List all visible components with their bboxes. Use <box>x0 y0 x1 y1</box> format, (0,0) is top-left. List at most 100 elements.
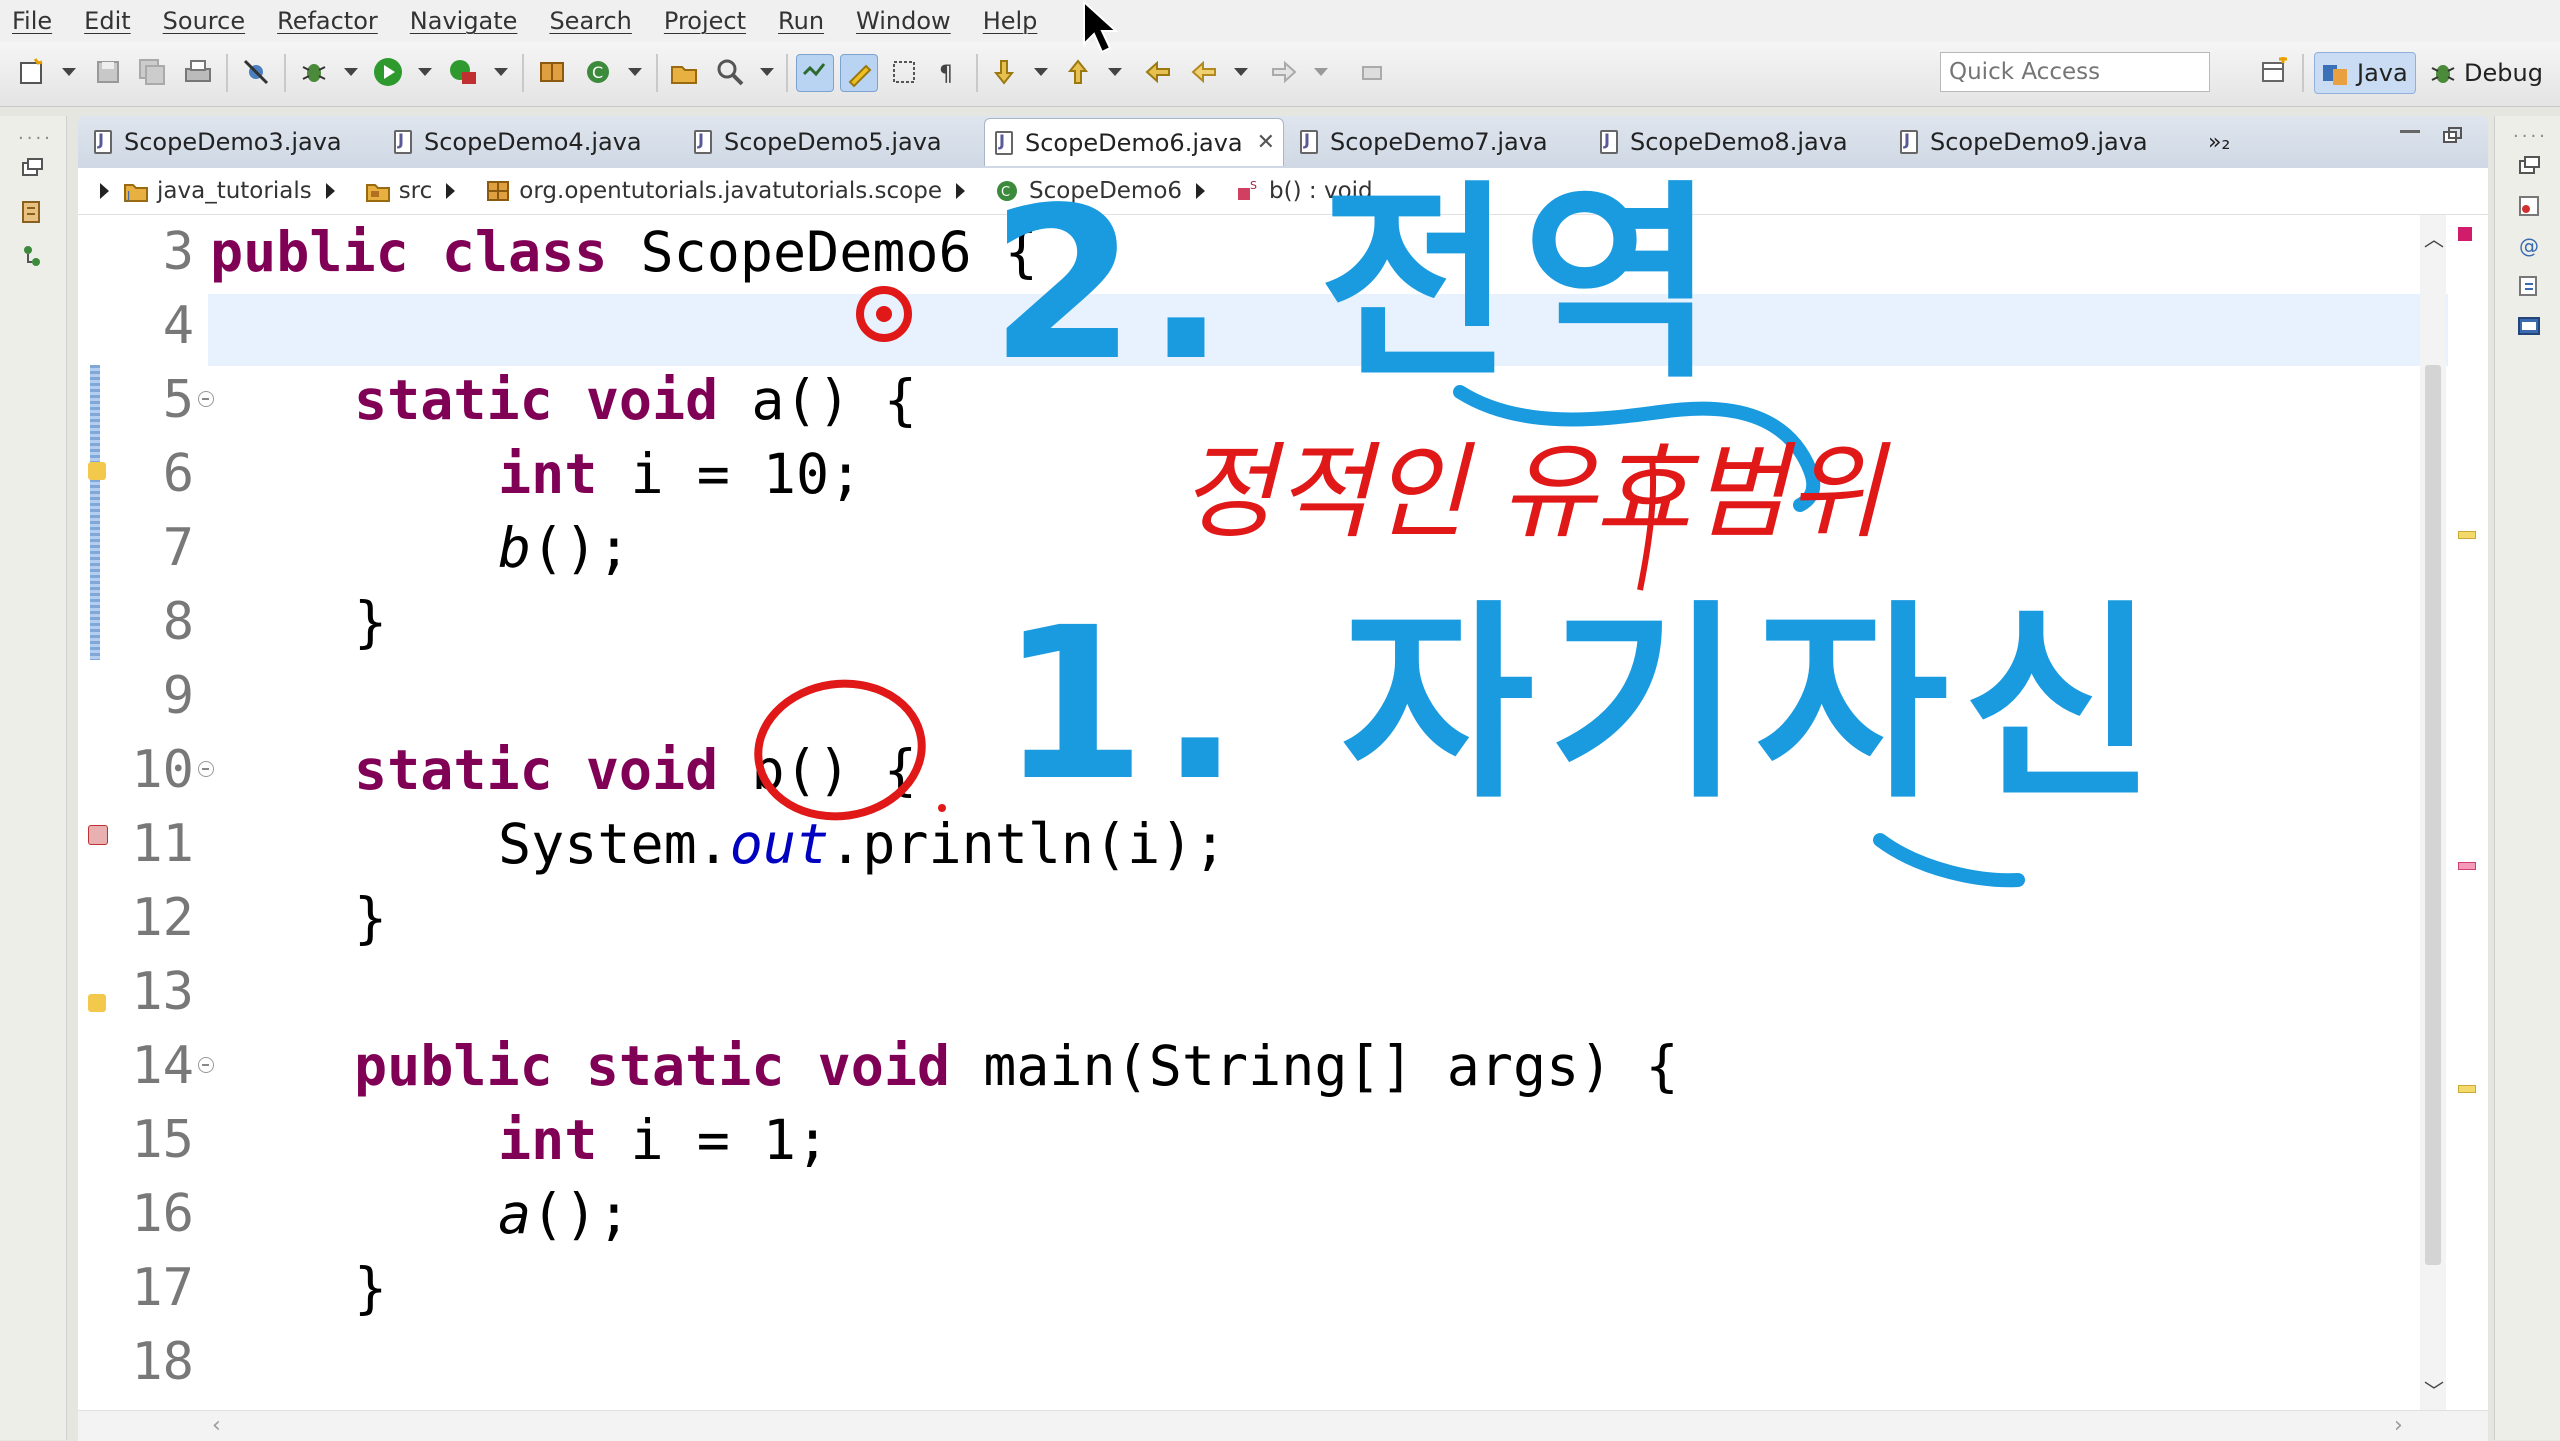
tab-scopedemo6[interactable]: ScopeDemo6.java ✕ <box>984 118 1284 166</box>
scroll-up-icon[interactable]: ︿ <box>2424 223 2444 252</box>
warning-icon[interactable] <box>88 462 106 480</box>
run-external-icon[interactable] <box>444 54 480 90</box>
breadcrumb-src[interactable]: src <box>365 178 468 204</box>
code-line-10: static void b() { <box>354 733 917 807</box>
new-icon[interactable] <box>14 54 50 90</box>
breadcrumb-method[interactable]: S b() : void <box>1235 178 1373 204</box>
tab-scopedemo8[interactable]: ScopeDemo8.java <box>1590 118 1884 166</box>
toggle-breadcrumb-icon[interactable] <box>796 54 834 92</box>
new-dropdown-icon[interactable] <box>62 68 76 76</box>
menu-source[interactable]: Source <box>151 0 265 42</box>
open-type-icon[interactable] <box>666 54 702 90</box>
new-java-package-icon[interactable] <box>534 54 570 90</box>
search-dropdown-icon[interactable] <box>760 68 774 76</box>
tab-scopedemo9[interactable]: ScopeDemo9.java <box>1890 118 2184 166</box>
run-icon[interactable] <box>370 54 406 90</box>
next-annotation-dropdown-icon[interactable] <box>1034 68 1048 76</box>
tab-scopedemo5[interactable]: ScopeDemo5.java <box>684 118 978 166</box>
menu-refactor[interactable]: Refactor <box>265 0 398 42</box>
menu-window[interactable]: Window <box>844 0 971 42</box>
breadcrumb-project[interactable]: J java_tutorials <box>123 178 347 204</box>
warning-marker[interactable] <box>2458 531 2476 539</box>
open-perspective-icon[interactable] <box>2256 54 2292 90</box>
print-icon[interactable] <box>180 54 216 90</box>
breadcrumb-expand-icon[interactable] <box>100 183 109 199</box>
new-java-class-icon[interactable]: C <box>580 54 616 90</box>
problems-icon[interactable] <box>2517 194 2541 218</box>
error-marker[interactable] <box>2458 862 2476 870</box>
save-icon[interactable] <box>90 54 126 90</box>
skip-breakpoints-icon[interactable] <box>238 54 274 90</box>
menu-file[interactable]: File <box>0 0 72 42</box>
tab-scopedemo4[interactable]: ScopeDemo4.java <box>384 118 678 166</box>
restore-icon[interactable] <box>20 156 44 180</box>
fold-collapse-icon[interactable] <box>198 1057 214 1073</box>
line-number: 16 <box>131 1184 194 1244</box>
scroll-left-icon[interactable]: ‹ <box>212 1413 221 1438</box>
forward-dropdown-icon[interactable] <box>1314 68 1328 76</box>
line-number: 4 <box>162 296 194 356</box>
fold-collapse-icon[interactable] <box>198 391 214 407</box>
menu-search[interactable]: Search <box>537 0 651 42</box>
menu-run[interactable]: Run <box>766 0 844 42</box>
javadoc-icon[interactable]: @ <box>2517 234 2541 258</box>
horizontal-scrollbar[interactable]: ‹ › <box>78 1410 2488 1441</box>
declaration-icon[interactable] <box>2517 274 2541 298</box>
next-annotation-icon[interactable] <box>986 54 1022 90</box>
close-icon[interactable]: ✕ <box>1257 130 1275 155</box>
maximize-icon[interactable] <box>2442 126 2464 150</box>
warning-icon[interactable] <box>88 994 106 1012</box>
block-selection-icon[interactable] <box>886 54 922 90</box>
scroll-thumb[interactable] <box>2425 365 2441 1265</box>
code-line-15: int i = 1; <box>498 1103 829 1177</box>
menu-project[interactable]: Project <box>652 0 766 42</box>
tab-label: ScopeDemo8.java <box>1630 128 1848 156</box>
vertical-scrollbar[interactable]: ︿ ﹀ <box>2420 215 2446 1410</box>
breadcrumb-class[interactable]: C ScopeDemo6 <box>995 178 1217 204</box>
keyword: public <box>210 220 409 284</box>
minimize-icon[interactable] <box>2400 130 2420 133</box>
run-dropdown-icon[interactable] <box>418 68 432 76</box>
error-icon[interactable] <box>88 825 108 845</box>
tab-scopedemo7[interactable]: ScopeDemo7.java <box>1290 118 1584 166</box>
overview-ruler <box>2448 215 2488 1410</box>
pin-editor-icon[interactable] <box>1354 54 1390 90</box>
restore-icon[interactable] <box>2517 154 2541 178</box>
save-all-icon[interactable] <box>134 54 170 90</box>
scroll-down-icon[interactable]: ﹀ <box>2424 1375 2444 1404</box>
menu-help[interactable]: Help <box>971 0 1058 42</box>
scroll-right-icon[interactable]: › <box>2394 1413 2403 1438</box>
perspective-java-button[interactable]: Java <box>2314 52 2416 94</box>
back-icon[interactable] <box>1186 54 1222 90</box>
statement: i = 10; <box>630 442 863 506</box>
line-number: 6 <box>162 444 194 504</box>
package-explorer-icon[interactable] <box>20 200 44 224</box>
toggle-mark-occurrences-icon[interactable] <box>840 54 878 92</box>
perspective-debug-button[interactable]: Debug <box>2422 52 2552 94</box>
console-icon[interactable] <box>2517 314 2541 338</box>
tabs-overflow-button[interactable]: »₂ <box>2198 118 2258 166</box>
menu-navigate[interactable]: Navigate <box>398 0 538 42</box>
debug-icon[interactable] <box>296 54 332 90</box>
previous-annotation-icon[interactable] <box>1060 54 1096 90</box>
menu-edit[interactable]: Edit <box>72 0 150 42</box>
search-icon[interactable] <box>712 54 748 90</box>
type-hierarchy-icon[interactable] <box>20 244 44 268</box>
warning-marker[interactable] <box>2458 1085 2476 1093</box>
quick-access-input[interactable] <box>1940 52 2210 92</box>
breadcrumb-label: ScopeDemo6 <box>1029 178 1183 204</box>
debug-dropdown-icon[interactable] <box>344 68 358 76</box>
tab-scopedemo3[interactable]: ScopeDemo3.java <box>84 118 378 166</box>
code-editor[interactable]: 3 4 5 6 7 8 9 10 11 12 13 14 15 16 17 18… <box>78 215 2488 1410</box>
previous-annotation-dropdown-icon[interactable] <box>1108 68 1122 76</box>
new-class-dropdown-icon[interactable] <box>628 68 642 76</box>
error-summary-icon[interactable] <box>2458 227 2472 241</box>
forward-icon[interactable] <box>1266 54 1302 90</box>
fold-collapse-icon[interactable] <box>198 761 214 777</box>
last-edit-location-icon[interactable] <box>1140 54 1176 90</box>
breadcrumb-package[interactable]: org.opentutorials.javatutorials.scope <box>485 178 977 204</box>
run-external-dropdown-icon[interactable] <box>494 68 508 76</box>
back-dropdown-icon[interactable] <box>1234 68 1248 76</box>
trim-grip: ···· <box>2513 126 2548 147</box>
show-whitespace-icon[interactable]: ¶ <box>930 54 966 90</box>
